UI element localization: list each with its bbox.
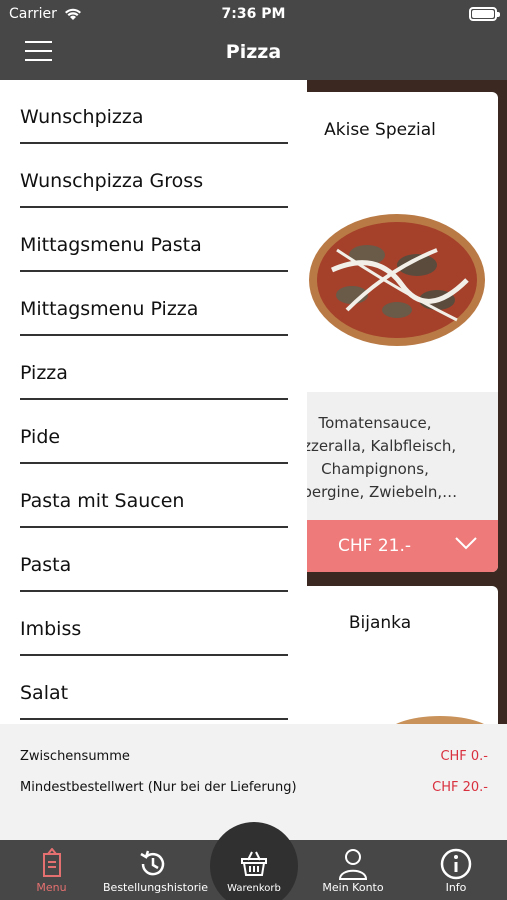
drawer-item-pasta-mit-saucen[interactable]: Pasta mit Saucen [20,464,288,528]
page-title: Pizza [225,41,282,63]
drawer-item-label: Mittagsmenu Pasta [20,234,202,256]
top-bar: Carrier 7:36 PM Pizza [0,0,507,80]
drawer-item-pasta[interactable]: Pasta [20,528,288,592]
info-icon [440,848,472,880]
tab-label: Mein Konto [322,881,384,894]
drawer-item-label: Salat [20,682,69,704]
drawer-item-label: Wunschpizza [20,106,144,128]
menu-card-icon [42,848,61,877]
pizza-image [309,214,485,346]
product-price: CHF 21.- [338,536,412,556]
drawer-item-salat[interactable]: Salat [20,656,288,720]
drawer-item-label: Pizza [20,362,68,384]
drawer-item-label: Imbiss [20,618,82,640]
tab-menu[interactable]: Menu [0,840,103,900]
chevron-down-icon [455,537,477,550]
pizza-image [385,716,495,724]
minimum-order-label: Mindestbestellwert (Nur bei der Lieferun… [20,780,297,795]
tab-basket[interactable]: Warenkorb [210,840,298,900]
drawer-item-mittagsmenu-pizza[interactable]: Mittagsmenu Pizza [20,272,288,336]
tab-my-account[interactable]: Mein Konto [303,840,403,900]
tab-info[interactable]: Info [405,840,507,900]
drawer-item-wunschpizza[interactable]: Wunschpizza [20,80,288,144]
drawer-item-wunschpizza-gross[interactable]: Wunschpizza Gross [20,144,288,208]
drawer-item-imbiss[interactable]: Imbiss [20,592,288,656]
battery-icon [469,7,500,21]
user-icon [338,849,368,880]
drawer-item-pizza[interactable]: Pizza [20,336,288,400]
minimum-order-value: CHF 20.- [432,780,488,795]
tab-label: Menu [36,881,67,894]
basket-icon [241,851,267,876]
status-bar: Carrier 7:36 PM [0,6,507,24]
tab-label: Warenkorb [227,883,281,894]
tab-order-history[interactable]: Bestellungshistorie [103,840,209,900]
subtotal-value: CHF 0.- [440,749,488,764]
category-drawer: Wunschpizza Wunschpizza Gross Mittagsmen… [0,80,307,724]
tab-label: Info [445,881,467,894]
drawer-item-label: Wunschpizza Gross [20,170,204,192]
drawer-item-label: Mittagsmenu Pizza [20,298,199,320]
history-icon [140,850,165,876]
drawer-item-pide[interactable]: Pide [20,400,288,464]
drawer-item-label: Pasta [20,554,72,576]
drawer-item-label: Pide [20,426,61,448]
status-time: 7:36 PM [221,6,286,22]
subtotal-label: Zwischensumme [20,749,130,764]
drawer-item-label: Pasta mit Saucen [20,490,185,512]
drawer-item-mittagsmenu-pasta[interactable]: Mittagsmenu Pasta [20,208,288,272]
tab-label: Bestellungshistorie [103,881,209,894]
tab-bar: Menu Bestellungshistorie Warenkorb Mein … [0,822,507,900]
